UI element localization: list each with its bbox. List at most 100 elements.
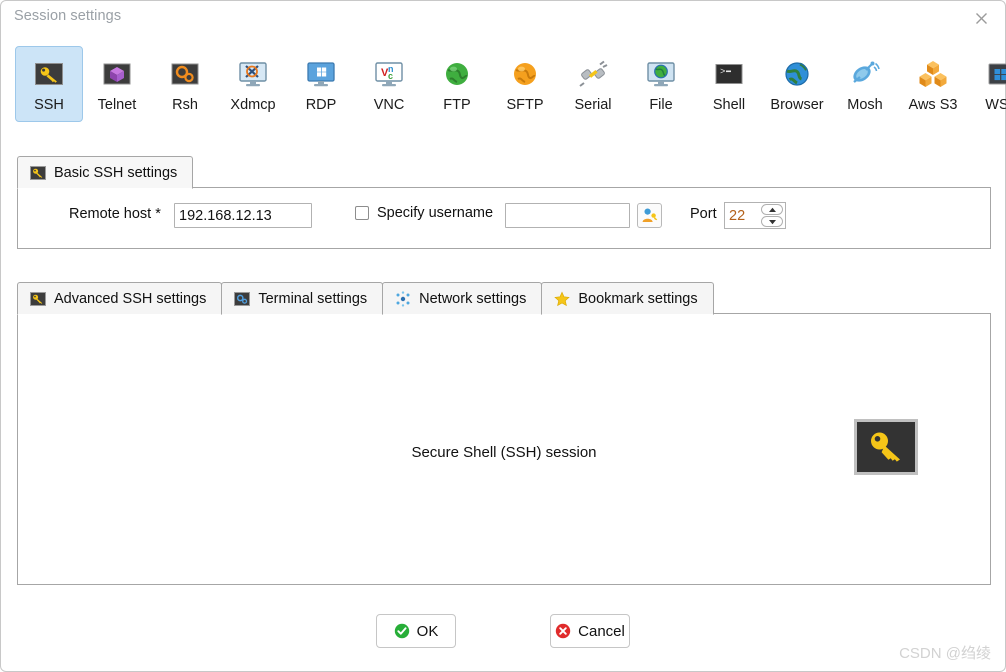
tab-terminal-settings[interactable]: Terminal settings [221, 282, 384, 315]
protocol-tile-browser[interactable]: Browser [763, 46, 831, 122]
protocol-toolbar: SSH Telnet Rsh Xdmcp RDP V n c VNC FTP S… [15, 46, 1006, 124]
port-spinner[interactable] [724, 202, 786, 229]
tab-label: Bookmark settings [578, 290, 698, 307]
basic-settings-tabstrip: Basic SSH settings [17, 156, 194, 189]
close-button[interactable] [961, 4, 1001, 32]
large-key-icon [871, 432, 900, 462]
protocol-tile-shell[interactable]: > Shell [695, 46, 763, 122]
ok-button-label: OK [416, 622, 439, 640]
tab-network-settings[interactable]: Network settings [382, 282, 543, 315]
port-label: Port [690, 206, 717, 222]
protocol-tile-label: Telnet [97, 97, 137, 113]
tab-advanced-ssh-settings[interactable]: Advanced SSH settings [17, 282, 223, 315]
vnc-monitor-icon: V n c [375, 62, 403, 87]
select-user-button[interactable] [637, 203, 662, 228]
protocol-tile-label: File [649, 97, 673, 113]
protocol-tile-serial[interactable]: Serial [559, 46, 627, 122]
rdp-monitor-icon [307, 62, 335, 87]
port-spinner-buttons [761, 204, 783, 227]
mosh-satellite-icon [853, 61, 880, 83]
protocol-tile-label: VNC [373, 97, 405, 113]
telnet-cube-icon [103, 63, 131, 85]
protocol-tile-label: Mosh [847, 97, 883, 113]
protocol-tile-label: SFTP [506, 97, 544, 113]
username-input[interactable] [505, 203, 630, 228]
rsh-gears-icon [171, 63, 199, 85]
protocol-tile-label: Browser [770, 97, 824, 113]
close-icon [975, 12, 987, 24]
port-decrement-button[interactable] [761, 216, 783, 227]
protocol-tile-ssh[interactable]: SSH [15, 46, 83, 122]
file-monitor-icon [647, 62, 675, 87]
aws-s3-cubes-icon [919, 61, 947, 87]
browser-globe-icon [785, 62, 809, 86]
protocol-tile-label: Serial [574, 97, 612, 113]
basic-ssh-settings-panel: Remote host * Specify username Port [17, 187, 991, 249]
svg-text:c: c [388, 71, 393, 81]
protocol-tile-wsl[interactable]: WSL [967, 46, 1006, 122]
title-bar: Session settings [1, 1, 1005, 34]
network-icon [396, 290, 410, 307]
protocol-tile-label: Xdmcp [230, 97, 276, 113]
protocol-tile-ftp[interactable]: FTP [423, 46, 491, 122]
settings-content-panel: Secure Shell (SSH) session [17, 313, 991, 585]
svg-text:>: > [720, 67, 725, 77]
xdmcp-monitor-icon [239, 62, 267, 87]
port-input[interactable] [725, 203, 765, 228]
ok-button[interactable]: OK [376, 614, 456, 648]
protocol-tile-aws-s3[interactable]: Aws S3 [899, 46, 967, 122]
session-description: Secure Shell (SSH) session [411, 444, 597, 461]
tab-bookmark-settings[interactable]: Bookmark settings [541, 282, 714, 315]
protocol-tile-label: RDP [305, 97, 337, 113]
tab-label: Advanced SSH settings [54, 290, 207, 307]
session-settings-dialog: Session settings SSH Telnet Rsh Xdmcp RD… [0, 0, 1006, 672]
settings-tabstrip: Advanced SSH settings Terminal settings … [17, 282, 714, 315]
cancel-button-label: Cancel [578, 622, 625, 640]
specify-username-checkbox-group[interactable]: Specify username [355, 205, 493, 221]
protocol-tile-file[interactable]: File [627, 46, 695, 122]
basic-form-row: Remote host * Specify username Port [18, 188, 990, 248]
key-icon [30, 165, 46, 180]
protocol-tile-rsh[interactable]: Rsh [151, 46, 219, 122]
protocol-tile-label: Aws S3 [908, 97, 958, 113]
ssh-key-icon [35, 63, 63, 85]
session-type-icon-frame [854, 419, 918, 475]
protocol-tile-sftp[interactable]: SFTP [491, 46, 559, 122]
tab-basic-ssh-settings-label: Basic SSH settings [54, 164, 178, 181]
wsl-windows-icon [988, 63, 1006, 85]
tab-label: Terminal settings [258, 290, 368, 307]
protocol-tile-rdp[interactable]: RDP [287, 46, 355, 122]
protocol-tile-telnet[interactable]: Telnet [83, 46, 151, 122]
user-key-icon [642, 208, 658, 222]
red-x-icon [555, 623, 571, 639]
protocol-tile-label: FTP [443, 97, 471, 113]
specify-username-label: Specify username [377, 205, 494, 221]
protocol-tile-xdmcp[interactable]: Xdmcp [219, 46, 287, 122]
star-icon [554, 290, 571, 306]
specify-username-checkbox[interactable] [355, 206, 369, 220]
protocol-tile-label: Rsh [172, 97, 198, 113]
key-icon [30, 291, 46, 306]
dialog-footer: OK Cancel [1, 614, 1005, 648]
chevron-up-icon [768, 207, 776, 212]
shell-terminal-icon: > [715, 64, 743, 84]
protocol-tile-label: SSH [34, 97, 64, 113]
chevron-down-icon [768, 219, 776, 224]
tab-basic-ssh-settings[interactable]: Basic SSH settings [17, 156, 194, 189]
remote-host-input[interactable] [174, 203, 312, 228]
window-title: Session settings [14, 8, 122, 24]
protocol-tile-mosh[interactable]: Mosh [831, 46, 899, 122]
serial-plug-icon [579, 60, 608, 87]
cancel-button[interactable]: Cancel [550, 614, 630, 648]
sftp-globe-icon [514, 63, 536, 85]
tab-label: Network settings [419, 290, 527, 307]
protocol-tile-label: Shell [712, 97, 746, 113]
green-check-icon [394, 623, 409, 639]
protocol-tile-label: WSL [985, 97, 1006, 113]
ftp-globe-icon [446, 63, 468, 85]
remote-host-label: Remote host * [69, 206, 161, 222]
watermark: CSDN @绉绫 [899, 645, 991, 662]
protocol-tile-vnc[interactable]: V n c VNC [355, 46, 423, 122]
port-increment-button[interactable] [761, 204, 783, 215]
gears-icon [234, 291, 251, 306]
